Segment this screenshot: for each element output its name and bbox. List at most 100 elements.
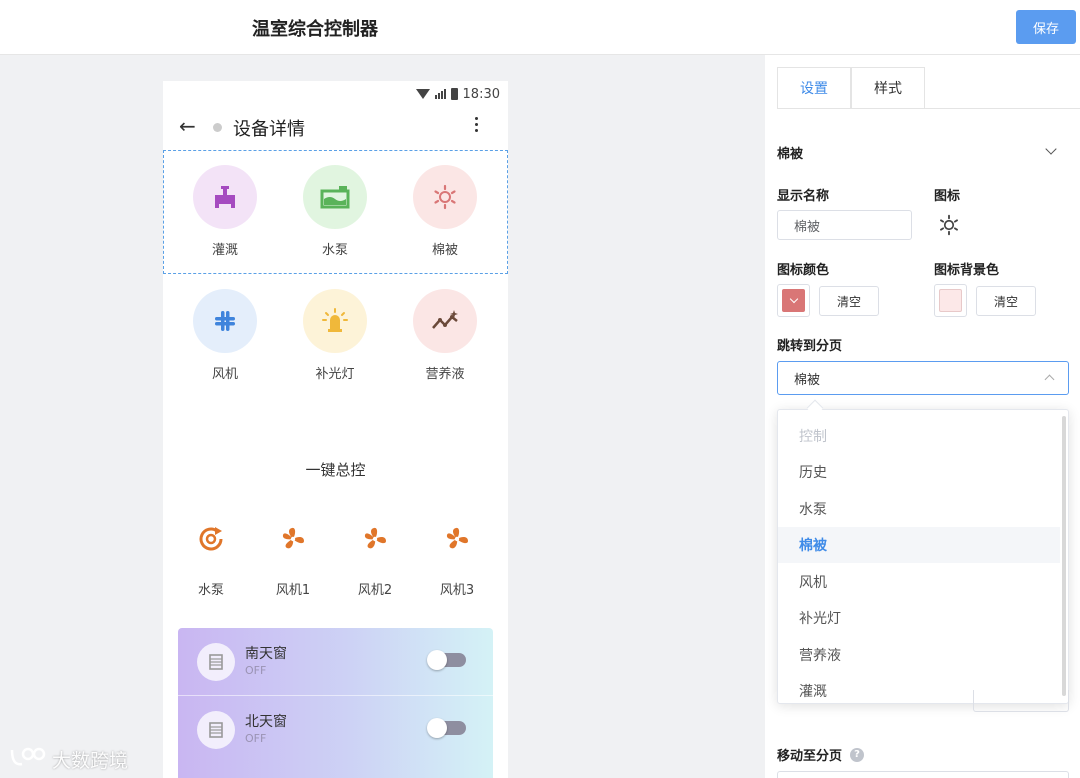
phone-preview: 18:30 ← 设备详情 灌溉 水泵 棉被 风机 补光灯 营养液 一键总控 水泵… bbox=[163, 81, 508, 778]
watermark-logo-icon bbox=[8, 744, 48, 775]
wifi-icon bbox=[415, 89, 430, 99]
fan-icon bbox=[252, 521, 334, 557]
window-card: 南天窗 OFF bbox=[178, 628, 493, 694]
device-item[interactable]: 风机 bbox=[170, 289, 280, 382]
icon-bg-swatch bbox=[939, 289, 962, 312]
top-bar: 温室综合控制器 保存 bbox=[0, 0, 1080, 55]
slack-icon bbox=[193, 289, 257, 353]
section-title: 棉被 bbox=[777, 147, 804, 162]
status-bar: 18:30 bbox=[415, 84, 500, 104]
chevron-down-icon bbox=[789, 294, 798, 304]
settings-panel: 设置 样式 棉被 显示名称 棉被 图标 图标颜色 清空 图标背景色 清空 跳转到… bbox=[765, 55, 1080, 778]
control-item[interactable]: 水泵 bbox=[170, 521, 252, 598]
onekey-title: 一键总控 bbox=[305, 461, 366, 479]
window-name: 北天窗 bbox=[245, 714, 287, 730]
fan-icon bbox=[416, 521, 498, 557]
valve-icon bbox=[193, 165, 257, 229]
device-label: 棉被 bbox=[431, 243, 458, 258]
device-row-1: 灌溉 水泵 棉被 bbox=[163, 165, 508, 258]
device-label: 灌溉 bbox=[211, 243, 238, 258]
device-item[interactable]: 水泵 bbox=[280, 165, 390, 258]
lamp-icon bbox=[303, 289, 367, 353]
app-title: 温室综合控制器 bbox=[252, 19, 378, 40]
fan-icon bbox=[334, 521, 416, 557]
icon-label: 图标 bbox=[934, 189, 961, 204]
sun-gear-icon bbox=[413, 165, 477, 229]
display-name-label: 显示名称 bbox=[777, 189, 830, 204]
panel-tabs: 设置 样式 bbox=[777, 67, 925, 109]
device-row-2: 风机 补光灯 营养液 bbox=[163, 289, 508, 382]
trend-icon bbox=[413, 289, 477, 353]
chevron-up-icon bbox=[1044, 374, 1055, 385]
control-row: 水泵 风机1 风机2 风机3 bbox=[163, 521, 508, 598]
icon-color-swatch bbox=[782, 289, 805, 312]
device-label: 风机 bbox=[211, 367, 238, 382]
jump-page-select[interactable]: 棉被 bbox=[777, 361, 1069, 395]
more-vertical-icon[interactable] bbox=[475, 117, 478, 132]
clear-icon-color-button[interactable]: 清空 bbox=[819, 286, 879, 316]
window-state: OFF bbox=[245, 664, 267, 677]
jump-label: 跳转到分页 bbox=[777, 339, 843, 354]
pump-cycle-icon bbox=[170, 521, 252, 557]
dropdown-option-selected[interactable]: 棉被 bbox=[778, 527, 1060, 563]
dropdown-option[interactable]: 营养液 bbox=[778, 637, 1060, 673]
dropdown-option[interactable]: 补光灯 bbox=[778, 600, 1060, 636]
phone-page-title: 设备详情 bbox=[233, 119, 305, 140]
control-label: 风机3 bbox=[439, 583, 475, 598]
signal-icon bbox=[434, 89, 446, 99]
back-arrow-icon[interactable]: ← bbox=[179, 114, 196, 138]
watermark-text: 大数跨境 bbox=[52, 750, 129, 772]
dropdown-option[interactable]: 水泵 bbox=[778, 491, 1060, 527]
chevron-down-icon[interactable] bbox=[1045, 143, 1057, 155]
device-label: 补光灯 bbox=[315, 367, 355, 382]
tab-settings[interactable]: 设置 bbox=[777, 67, 851, 109]
pump-icon bbox=[303, 165, 367, 229]
status-time: 18:30 bbox=[462, 86, 500, 102]
move-page-select[interactable] bbox=[777, 771, 1069, 778]
control-label: 水泵 bbox=[197, 583, 224, 598]
device-item[interactable]: 棉被 bbox=[390, 165, 500, 258]
control-item[interactable]: 风机2 bbox=[334, 521, 416, 598]
device-label: 营养液 bbox=[425, 367, 465, 382]
control-label: 风机2 bbox=[357, 583, 393, 598]
control-item[interactable]: 风机1 bbox=[252, 521, 334, 598]
window-name: 南天窗 bbox=[245, 646, 287, 662]
help-icon[interactable]: ? bbox=[850, 747, 865, 762]
dropdown-option[interactable]: 风机 bbox=[778, 564, 1060, 600]
window-toggle[interactable] bbox=[427, 650, 466, 670]
move-label: 移动至分页 ? bbox=[777, 745, 865, 764]
icon-bg-picker[interactable] bbox=[934, 284, 967, 317]
device-item[interactable]: 补光灯 bbox=[280, 289, 390, 382]
dropdown-scrollbar[interactable] bbox=[1062, 416, 1066, 696]
window-cards: 南天窗 OFF 北天窗 OFF bbox=[178, 628, 493, 778]
hidden-control[interactable] bbox=[973, 690, 1069, 712]
window-icon bbox=[197, 711, 235, 749]
control-item[interactable]: 风机3 bbox=[416, 521, 498, 598]
device-label: 水泵 bbox=[321, 243, 348, 258]
window-card: 北天窗 OFF bbox=[178, 695, 493, 761]
icon-color-picker[interactable] bbox=[777, 284, 810, 317]
status-dot bbox=[213, 123, 222, 132]
dropdown-option: 控制 bbox=[799, 429, 827, 445]
device-item[interactable]: 灌溉 bbox=[170, 165, 280, 258]
control-label: 风机1 bbox=[275, 583, 311, 598]
icon-color-label: 图标颜色 bbox=[777, 263, 830, 278]
battery-icon bbox=[450, 88, 458, 100]
watermark: 大数跨境 bbox=[8, 744, 128, 775]
tab-style[interactable]: 样式 bbox=[851, 67, 925, 109]
sun-gear-icon[interactable] bbox=[938, 214, 960, 240]
dropdown-option[interactable]: 历史 bbox=[778, 454, 1060, 490]
move-label-text: 移动至分页 bbox=[777, 749, 843, 764]
window-toggle[interactable] bbox=[427, 718, 466, 738]
clear-icon-bg-button[interactable]: 清空 bbox=[976, 286, 1036, 316]
device-item[interactable]: 营养液 bbox=[390, 289, 500, 382]
window-icon bbox=[197, 643, 235, 681]
phone-header: ← 设备详情 bbox=[163, 109, 508, 145]
display-name-input[interactable]: 棉被 bbox=[777, 210, 912, 240]
window-state: OFF bbox=[245, 732, 267, 745]
icon-bg-label: 图标背景色 bbox=[934, 263, 1000, 278]
tab-divider bbox=[777, 108, 1080, 109]
jump-page-dropdown: 控制 历史 水泵 棉被 风机 补光灯 营养液 灌溉 bbox=[777, 409, 1069, 704]
jump-page-value: 棉被 bbox=[794, 372, 821, 388]
save-button[interactable]: 保存 bbox=[1016, 10, 1076, 44]
